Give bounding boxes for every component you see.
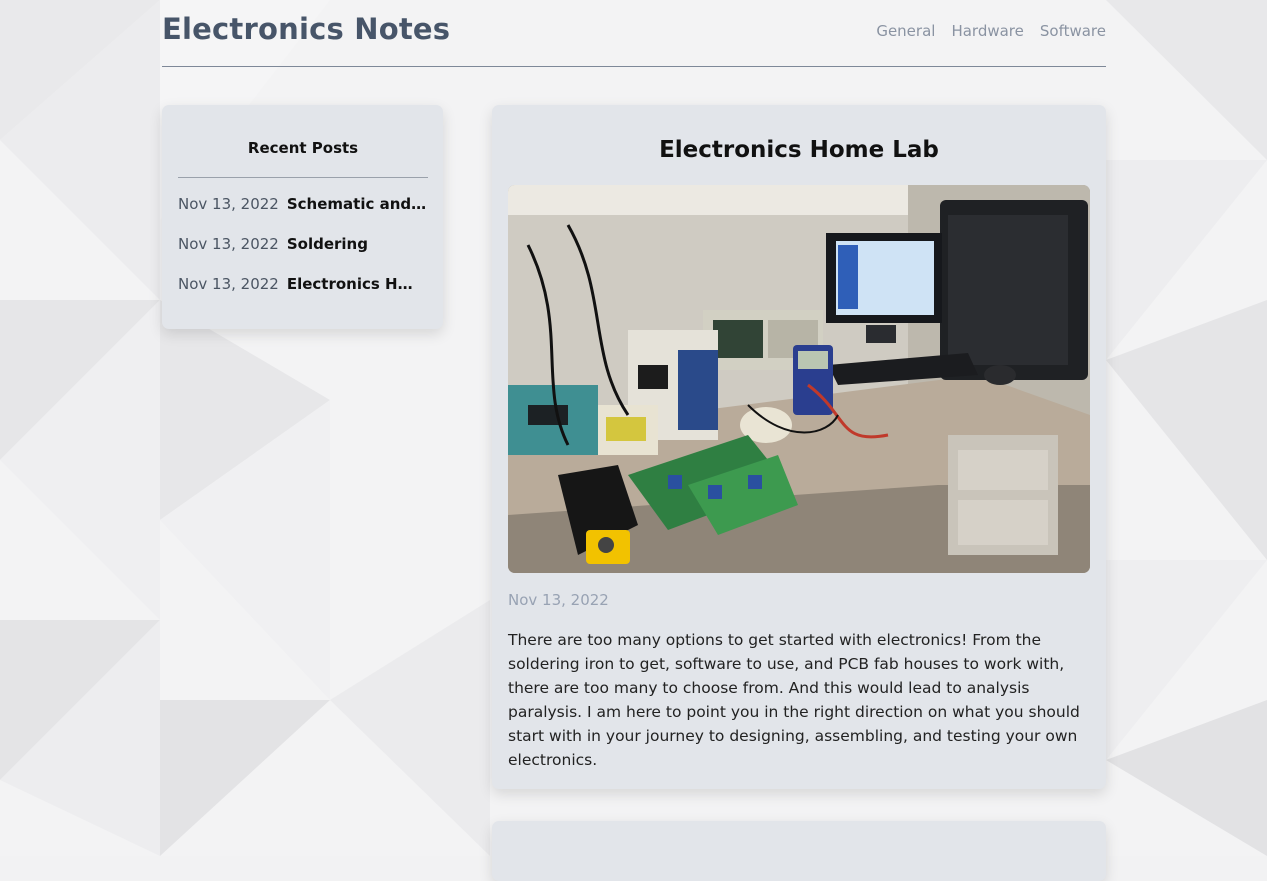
recent-posts-list: Nov 13, 2022 Schematic and PCB Nov 13, 2… (178, 195, 428, 315)
post-excerpt: There are too many options to get starte… (508, 631, 1080, 769)
next-post-card (492, 821, 1106, 881)
post-date: Nov 13, 2022 (178, 235, 279, 253)
nav-hardware[interactable]: Hardware (951, 22, 1023, 40)
post-image[interactable] (508, 185, 1090, 573)
post-card: Electronics Home Lab Nov 13, 2022 There … (492, 105, 1106, 789)
recent-post-item[interactable]: Nov 13, 2022 Electronics Home Lab (178, 275, 428, 315)
nav-general[interactable]: General (876, 22, 935, 40)
post-date: Nov 13, 2022 (178, 195, 279, 213)
nav-software[interactable]: Software (1040, 22, 1106, 40)
recent-post-item[interactable]: Nov 13, 2022 Soldering (178, 235, 428, 275)
post-title-link[interactable]: Schematic and PCB (287, 195, 427, 213)
divider (178, 177, 428, 178)
workbench-photo-illustration (508, 185, 1090, 573)
recent-posts-panel: Recent Posts Nov 13, 2022 Schematic and … (162, 105, 443, 329)
recent-post-item[interactable]: Nov 13, 2022 Schematic and PCB (178, 195, 428, 235)
site-title[interactable]: Electronics Notes (162, 12, 450, 46)
post-title-link[interactable]: Soldering (287, 235, 368, 253)
post-title[interactable]: Electronics Home Lab (492, 137, 1106, 163)
page-container: Electronics Notes General Hardware Softw… (162, 0, 1106, 881)
main-nav: General Hardware Software (876, 22, 1106, 40)
post-date: Nov 13, 2022 (508, 591, 609, 609)
site-header: Electronics Notes General Hardware Softw… (162, 0, 1106, 67)
recent-posts-heading: Recent Posts (247, 139, 359, 157)
post-date: Nov 13, 2022 (178, 275, 279, 293)
post-title-link[interactable]: Electronics Home Lab (287, 275, 419, 293)
